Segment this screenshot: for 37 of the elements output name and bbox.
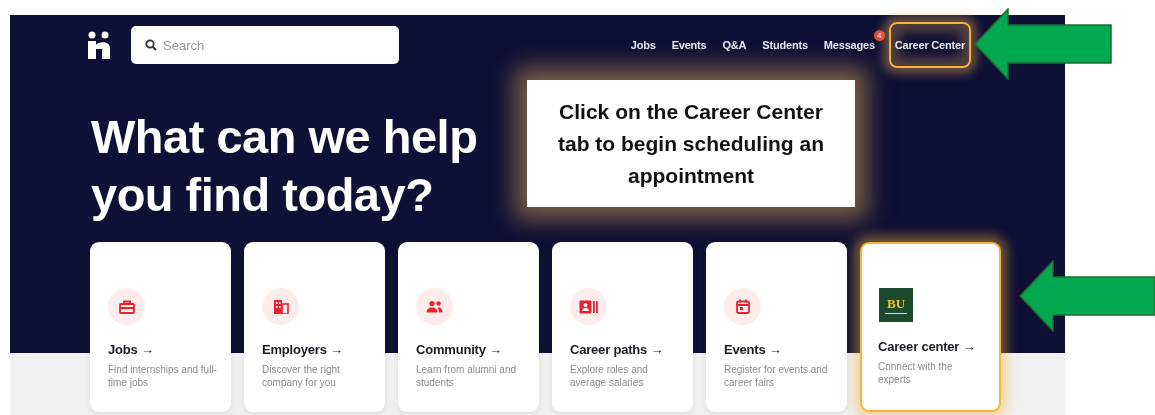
card-title: Career center → xyxy=(878,339,977,354)
logo-icon[interactable] xyxy=(88,31,110,59)
notification-badge: 4 xyxy=(873,30,885,41)
building-icon xyxy=(272,299,289,314)
card-title: Jobs → xyxy=(108,342,155,357)
card-description: Connect with the experts xyxy=(878,360,954,386)
people-icon xyxy=(426,300,443,313)
feature-card[interactable]: Jobs → Find internships and full-time jobs xyxy=(90,242,231,412)
feature-card[interactable]: BU Career center → Connect with the experts xyxy=(860,242,1001,412)
arrow-icon xyxy=(1019,260,1155,332)
hero-heading: What can we help you find today? xyxy=(91,109,478,223)
feature-card[interactable]: Employers → Discover the right company for you xyxy=(244,242,385,412)
nav-link[interactable]: Students xyxy=(754,39,816,51)
card-description: Register for events and career fairs xyxy=(724,363,829,389)
calendar-icon xyxy=(735,299,750,314)
search-field[interactable]: Search xyxy=(131,26,399,64)
nav-link[interactable]: Career Center xyxy=(888,22,971,68)
feature-card[interactable]: Events → Register for events and career fairs xyxy=(706,242,847,412)
card-title: Community → xyxy=(416,342,503,357)
card-description: Learn from alumni and students xyxy=(416,363,518,389)
card-description: Find internships and full-time jobs xyxy=(108,363,218,389)
card-description: Discover the right company for you xyxy=(262,363,341,389)
briefcase-icon xyxy=(118,299,135,314)
card-title: Employers → xyxy=(262,342,344,357)
arrow-icon xyxy=(974,8,1114,80)
profile-card-icon xyxy=(579,299,598,314)
logo-icon: BU xyxy=(879,288,913,322)
nav-link[interactable]: Messages xyxy=(815,39,883,51)
card-title: Career paths → xyxy=(570,342,665,357)
nav-link[interactable]: Q&A xyxy=(714,39,755,51)
feature-card[interactable]: Community → Learn from alumni and students xyxy=(398,242,539,412)
nav-link[interactable]: Events xyxy=(663,39,715,51)
card-description: Explore roles and average salaries xyxy=(570,363,649,389)
feature-card[interactable]: Career paths → Explore roles and average salaries xyxy=(552,242,693,412)
card-title: Events → xyxy=(724,342,783,357)
callout-box: Click on the Career Center tab to begin scheduling an appointment xyxy=(527,80,855,207)
nav-link[interactable]: Jobs xyxy=(622,39,664,51)
